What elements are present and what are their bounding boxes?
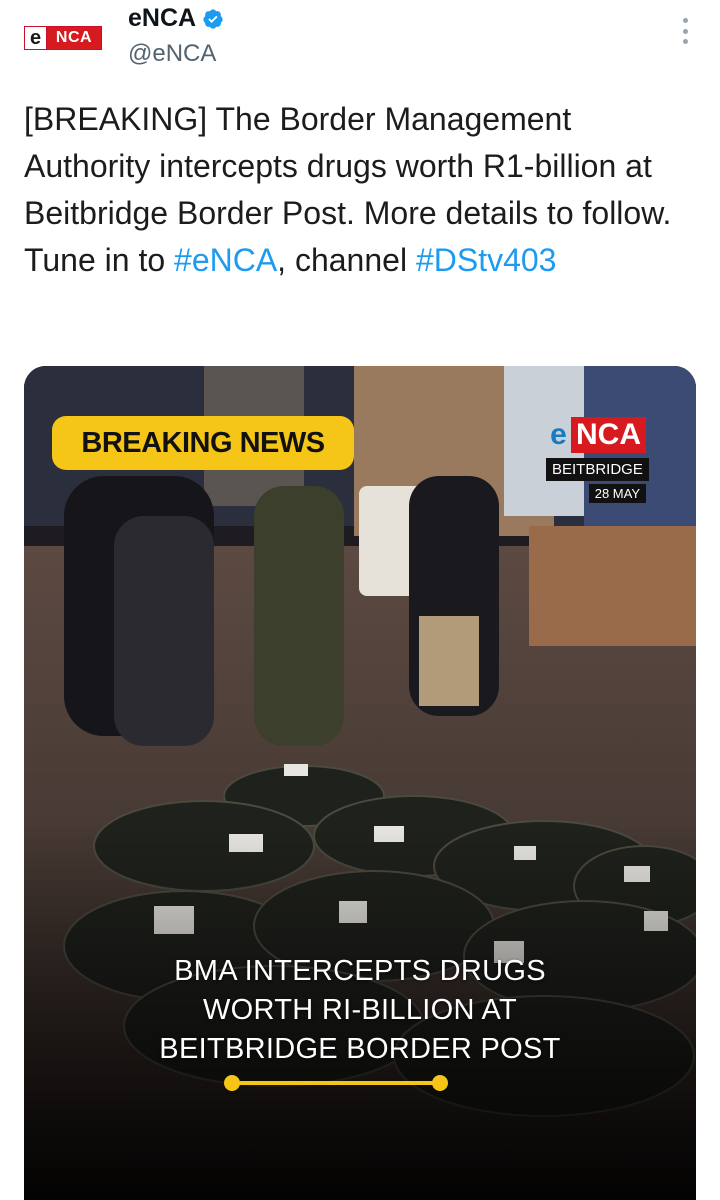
image-caption: BMA INTERCEPTS DRUGS WORTH RI-BILLION AT… [24,952,696,1069]
name-row: eNCA [128,4,224,33]
tweet-header: e NCA eNCA @eNCA [0,0,720,90]
logo-e-letter: e [25,27,47,49]
display-name[interactable]: eNCA [128,4,196,33]
breaking-news-badge: BREAKING NEWS [52,416,354,470]
tweet-text-middle: , channel [277,242,416,278]
verified-badge-icon [203,8,223,29]
station-logo-nca: NCA [571,417,646,453]
caption-line-2: WORTH RI-BILLION AT [203,994,517,1026]
caption-divider [224,1075,448,1091]
station-logo-e: e [550,418,567,451]
station-logo: e NCA [546,416,646,454]
date-label: 28 MAY [588,484,646,503]
divider-dot-left [224,1075,240,1091]
account-handle[interactable]: @eNCA [128,40,216,68]
hashtag-enca[interactable]: #eNCA [174,242,277,278]
enca-avatar-logo[interactable]: e NCA [24,26,102,50]
more-options-icon[interactable] [680,18,690,44]
station-bug: e NCA BEITBRIDGE 28 MAY [546,416,649,503]
caption-line-1: BMA INTERCEPTS DRUGS [174,955,546,987]
caption-line-3: BEITBRIDGE BORDER POST [159,1033,561,1065]
divider-dot-right [432,1075,448,1091]
tweet-text: [BREAKING] The Border Management Authori… [24,96,704,284]
logo-nca-text: NCA [47,27,101,49]
tweet-media-image[interactable]: BREAKING NEWS e NCA BEITBRIDGE 28 MAY BM… [24,366,696,1200]
location-label: BEITBRIDGE [546,458,649,481]
hashtag-dstv403[interactable]: #DStv403 [416,242,557,278]
